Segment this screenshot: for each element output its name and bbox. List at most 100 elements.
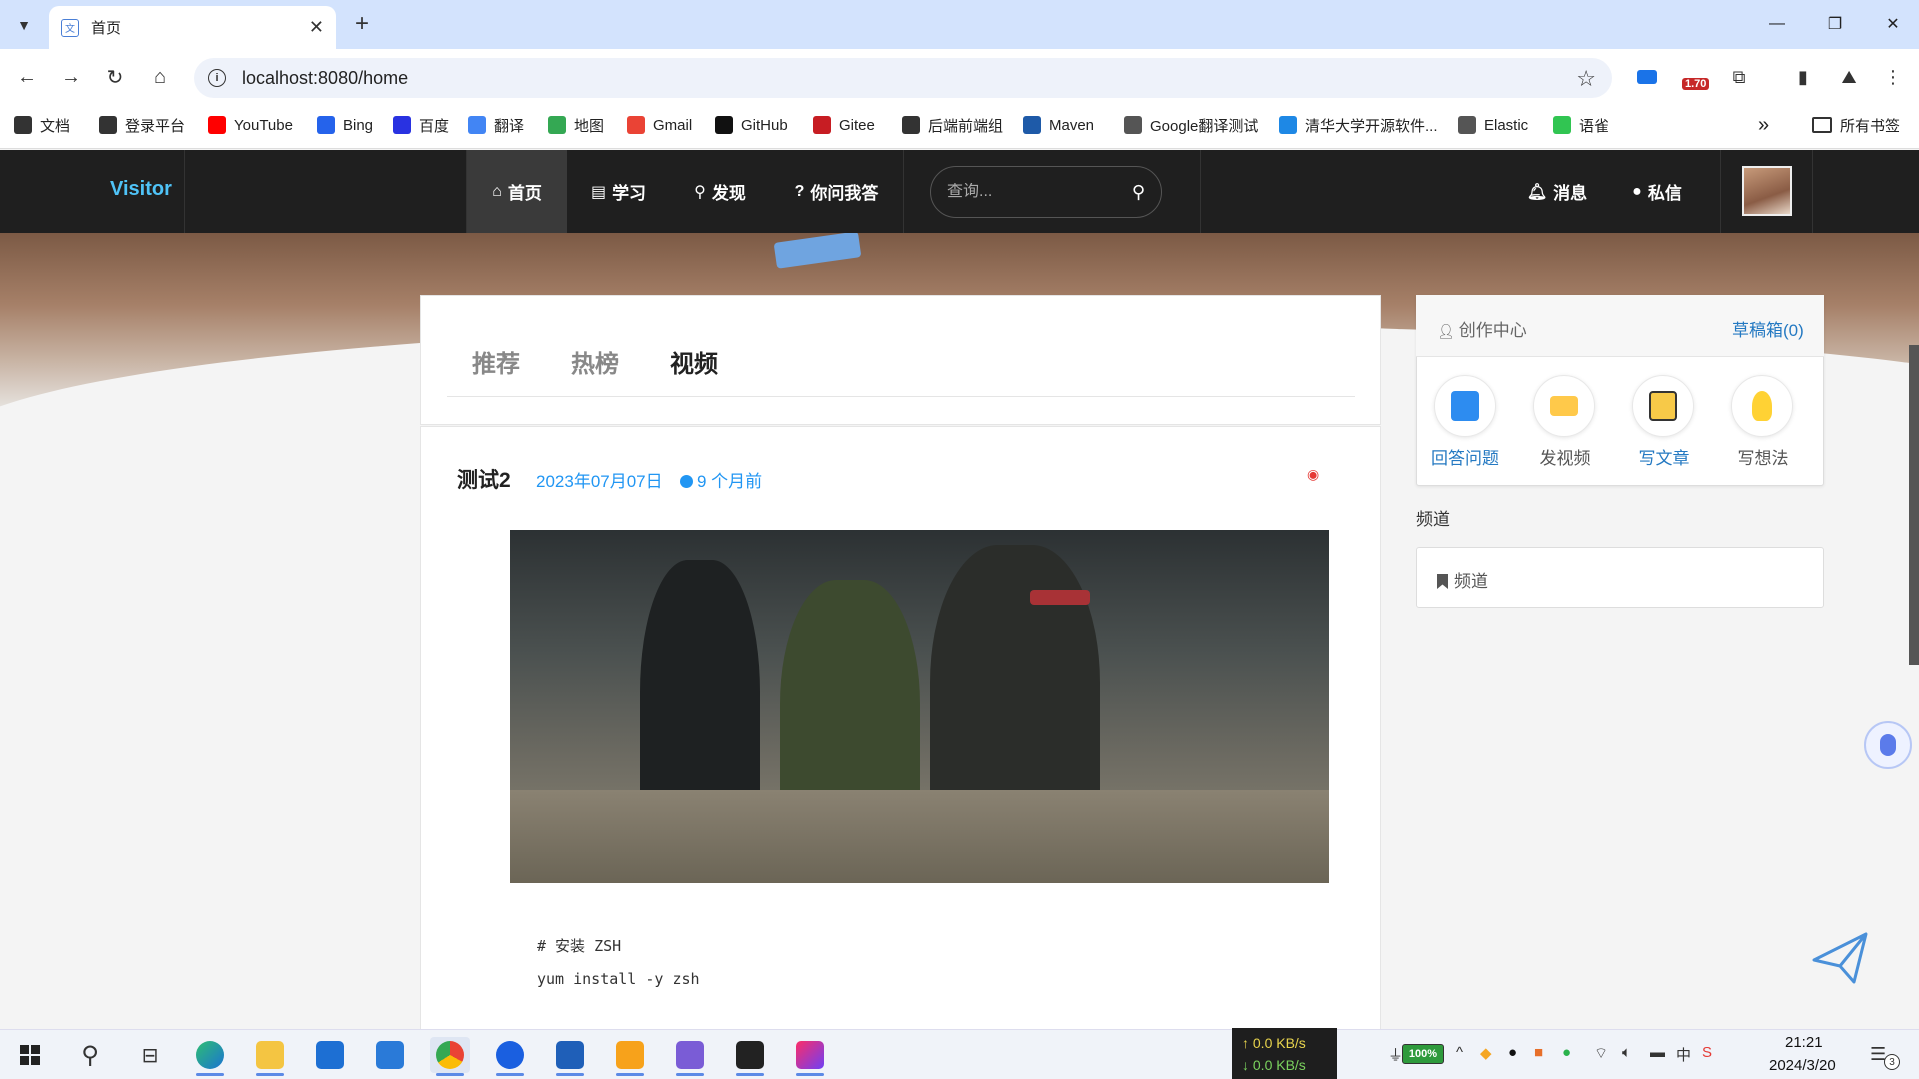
tab-title: 首页 xyxy=(91,20,122,37)
floating-assistant-button[interactable] xyxy=(1864,721,1912,769)
tray-app-icon[interactable]: ◆ xyxy=(1480,1044,1492,1062)
windows-start-icon[interactable] xyxy=(10,1037,50,1073)
sogou-icon[interactable]: S xyxy=(1702,1044,1712,1061)
bookmark-item[interactable]: 语雀 xyxy=(1553,112,1609,138)
channel-item[interactable]: 频道 xyxy=(1437,567,1488,592)
nav-study[interactable]: ▤ 学习 xyxy=(567,150,670,233)
post-video-button[interactable] xyxy=(1533,375,1595,437)
lark-app-icon[interactable] xyxy=(490,1037,530,1076)
tab-search-button[interactable]: ▼ xyxy=(9,10,39,40)
site-brand[interactable]: Visitor xyxy=(110,178,172,201)
edge-browser-icon[interactable] xyxy=(190,1037,230,1076)
bookmark-item[interactable]: Bing xyxy=(317,112,373,138)
bookmark-item[interactable]: Maven xyxy=(1023,112,1094,138)
extension-badge-icon[interactable]: 1.70 xyxy=(1680,64,1716,90)
bookmark-item[interactable]: 翻译 xyxy=(468,112,524,138)
paper-plane-icon[interactable] xyxy=(1810,930,1870,991)
reload-button[interactable]: ↻ xyxy=(100,62,130,92)
write-idea-button[interactable] xyxy=(1731,375,1793,437)
post-title[interactable]: 测试2 xyxy=(457,464,511,494)
power-plug-icon: ⏚ xyxy=(1388,1047,1404,1064)
eye-icon[interactable]: ◉ xyxy=(1307,466,1319,483)
wechat-icon[interactable]: ● xyxy=(1562,1044,1571,1061)
restore-button[interactable]: ❐ xyxy=(1810,8,1860,40)
nav-messages[interactable]: 🔔︎ 消息 xyxy=(1522,150,1592,233)
intellij-icon[interactable] xyxy=(790,1037,830,1076)
bookmark-item[interactable]: Google翻译测试 xyxy=(1124,112,1258,138)
chrome-menu-icon[interactable]: ⋮ xyxy=(1880,64,1906,90)
nav-qa[interactable]: ? 你问我答 xyxy=(770,150,903,233)
tray-security-icon[interactable]: ■ xyxy=(1534,1044,1543,1061)
task-view-icon[interactable]: ⊟ xyxy=(130,1037,170,1073)
window-close-button[interactable]: ✕ xyxy=(1868,8,1918,40)
bookmark-star-icon[interactable]: ☆ xyxy=(1576,66,1596,92)
tray-expand-icon[interactable]: ^ xyxy=(1456,1044,1463,1061)
bookmark-label: 语雀 xyxy=(1579,117,1610,135)
back-button[interactable]: ← xyxy=(12,62,42,92)
chrome-icon[interactable] xyxy=(430,1037,470,1076)
answer-question-label[interactable]: 回答问题 xyxy=(1420,444,1510,469)
post-image[interactable] xyxy=(510,530,1329,883)
input-method-icon[interactable]: 中 xyxy=(1676,1044,1691,1065)
tab-hot[interactable]: 热榜 xyxy=(571,344,619,379)
bookmark-item[interactable]: 后端前端组 xyxy=(902,112,1003,138)
extensions-puzzle-icon[interactable]: ⧉ xyxy=(1726,64,1752,90)
page-scrollbar[interactable] xyxy=(1909,345,1919,665)
search-icon[interactable]: ⚲ xyxy=(70,1037,110,1073)
user-avatar[interactable] xyxy=(1742,166,1792,216)
bookmark-item[interactable]: 百度 xyxy=(393,112,449,138)
all-bookmarks-folder[interactable]: 所有书签 xyxy=(1812,112,1900,138)
profile-icon[interactable]: ⛰ xyxy=(1836,64,1862,90)
volume-icon[interactable]: 🔈︎ xyxy=(1622,1044,1631,1061)
side-panel-icon[interactable]: ▮ xyxy=(1790,64,1816,90)
bookmark-item[interactable]: 文档 xyxy=(14,112,70,138)
bookmark-item[interactable]: 地图 xyxy=(548,112,604,138)
write-idea-label[interactable]: 写想法 xyxy=(1718,444,1808,469)
mail-icon[interactable] xyxy=(370,1037,410,1073)
search-input[interactable] xyxy=(947,183,1117,201)
forward-button[interactable]: → xyxy=(56,62,86,92)
tab-recommend[interactable]: 推荐 xyxy=(472,344,520,379)
tab-close-icon[interactable]: ✕ xyxy=(309,17,324,38)
search-icon[interactable]: ⚲ xyxy=(1132,182,1145,203)
write-article-button[interactable] xyxy=(1632,375,1694,437)
bookmark-item[interactable]: GitHub xyxy=(715,112,788,138)
bookmark-item[interactable]: Gitee xyxy=(813,112,875,138)
write-article-label[interactable]: 写文章 xyxy=(1619,444,1709,469)
microsoft-store-icon[interactable] xyxy=(310,1037,350,1073)
tab-video[interactable]: 视频 xyxy=(670,344,718,379)
new-tab-button[interactable]: + xyxy=(348,10,376,38)
bookmarks-overflow-icon[interactable]: » xyxy=(1758,112,1769,138)
bookmark-item[interactable]: Elastic xyxy=(1458,112,1528,138)
answer-question-button[interactable] xyxy=(1434,375,1496,437)
browser-tab[interactable]: 文 首页 ✕ xyxy=(49,6,336,49)
video-icon xyxy=(1550,396,1578,416)
bookmark-item[interactable]: 登录平台 xyxy=(99,112,185,138)
address-bar[interactable]: i localhost:8080/home ☆ xyxy=(194,58,1612,98)
bookmark-item[interactable]: 清华大学开源软件... xyxy=(1279,112,1438,138)
drafts-link[interactable]: 草稿箱(0) xyxy=(1732,316,1804,341)
file-explorer-icon[interactable] xyxy=(250,1037,290,1076)
extension-cloud-icon[interactable] xyxy=(1634,64,1660,90)
battery-indicator[interactable]: 100% xyxy=(1402,1044,1444,1064)
bookmark-favicon-icon xyxy=(627,116,645,134)
post-video-label[interactable]: 发视频 xyxy=(1520,444,1610,469)
nav-discover[interactable]: ⚲ 发现 xyxy=(670,150,770,233)
bookmark-item[interactable]: YouTube xyxy=(208,112,293,138)
minimize-button[interactable]: — xyxy=(1752,8,1802,40)
clock-time[interactable]: 21:21 xyxy=(1785,1034,1823,1051)
app-orange-icon[interactable] xyxy=(610,1037,650,1076)
nav-private-messages[interactable]: ● 私信 xyxy=(1622,150,1692,233)
qq-icon[interactable]: ● xyxy=(1508,1044,1517,1061)
terminal-icon[interactable] xyxy=(730,1037,770,1076)
site-info-icon[interactable]: i xyxy=(208,69,226,87)
wifi-icon[interactable]: ⌔ xyxy=(1594,1044,1608,1063)
bookmark-item[interactable]: Gmail xyxy=(627,112,692,138)
clock-date[interactable]: 2024/3/20 xyxy=(1769,1057,1836,1074)
nav-home[interactable]: ⌂ 首页 xyxy=(467,150,567,233)
app-purple-icon[interactable] xyxy=(670,1037,710,1076)
battery-tray-icon[interactable]: ▬ xyxy=(1650,1044,1665,1061)
word-icon[interactable] xyxy=(550,1037,590,1076)
bookmark-favicon-icon xyxy=(1553,116,1571,134)
home-button[interactable]: ⌂ xyxy=(145,62,175,92)
